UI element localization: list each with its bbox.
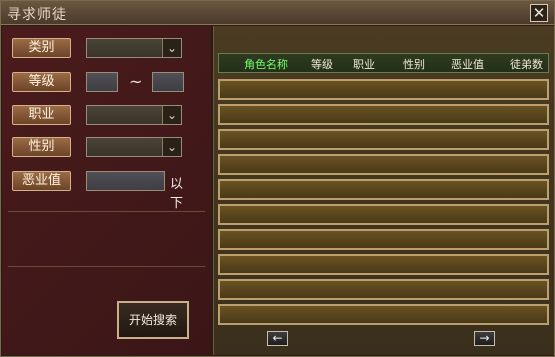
column-apprentice-count: 徒弟数 — [510, 58, 543, 71]
close-icon: ✕ — [532, 4, 546, 22]
gender-select[interactable]: ⌄ — [86, 137, 182, 157]
table-row[interactable] — [218, 104, 549, 125]
chevron-down-icon[interactable]: ⌄ — [162, 106, 181, 124]
evil-suffix: 以下 — [170, 177, 184, 211]
level-separator: ~ — [129, 72, 143, 91]
table-row[interactable] — [218, 79, 549, 100]
category-label: 类别 — [12, 38, 71, 58]
column-role-name: 角色名称 — [244, 58, 288, 71]
table-row[interactable] — [218, 154, 549, 175]
table-row[interactable] — [218, 129, 549, 150]
chevron-down-icon[interactable]: ⌄ — [162, 39, 181, 57]
column-job: 职业 — [353, 58, 375, 71]
title-bar: 寻求师徒 ✕ — [1, 1, 554, 25]
gender-label: 性别 — [12, 137, 71, 157]
results-header: 角色名称 等级 职业 性别 恶业值 徒弟数 — [218, 53, 549, 73]
evil-label: 恶业值 — [12, 171, 71, 191]
table-row[interactable] — [218, 179, 549, 200]
next-page-button[interactable]: → — [474, 331, 495, 346]
chevron-down-icon[interactable]: ⌄ — [162, 138, 181, 156]
filter-panel: 类别 ⌄ 等级 ~ 职业 ⌄ 性别 ⌄ 恶业值 以下 开始搜索 — [2, 26, 211, 355]
column-evil: 恶业值 — [451, 58, 484, 71]
window-title: 寻求师徒 — [7, 7, 67, 23]
divider — [8, 211, 205, 212]
arrow-left-icon: ← — [272, 331, 283, 345]
table-row[interactable] — [218, 254, 549, 275]
close-button[interactable]: ✕ — [530, 4, 548, 22]
category-select[interactable]: ⌄ — [86, 38, 182, 58]
start-search-button[interactable]: 开始搜索 — [117, 301, 189, 339]
level-label: 等级 — [12, 72, 71, 92]
level-max-input[interactable] — [152, 72, 184, 92]
results-panel: 角色名称 等级 职业 性别 恶业值 徒弟数 ← → — [213, 26, 554, 355]
job-label: 职业 — [12, 105, 71, 125]
arrow-right-icon: → — [479, 331, 490, 345]
column-gender: 性别 — [403, 58, 425, 71]
divider — [8, 266, 205, 267]
table-row[interactable] — [218, 204, 549, 225]
window: 寻求师徒 ✕ 类别 ⌄ 等级 ~ 职业 ⌄ 性别 ⌄ 恶业值 以下 开始搜索 角… — [0, 0, 555, 357]
evil-input[interactable] — [86, 171, 165, 191]
results-list — [218, 79, 549, 328]
table-row[interactable] — [218, 279, 549, 300]
column-level: 等级 — [311, 58, 333, 71]
level-min-input[interactable] — [86, 72, 118, 92]
prev-page-button[interactable]: ← — [267, 331, 288, 346]
table-row[interactable] — [218, 304, 549, 325]
table-row[interactable] — [218, 229, 549, 250]
job-select[interactable]: ⌄ — [86, 105, 182, 125]
